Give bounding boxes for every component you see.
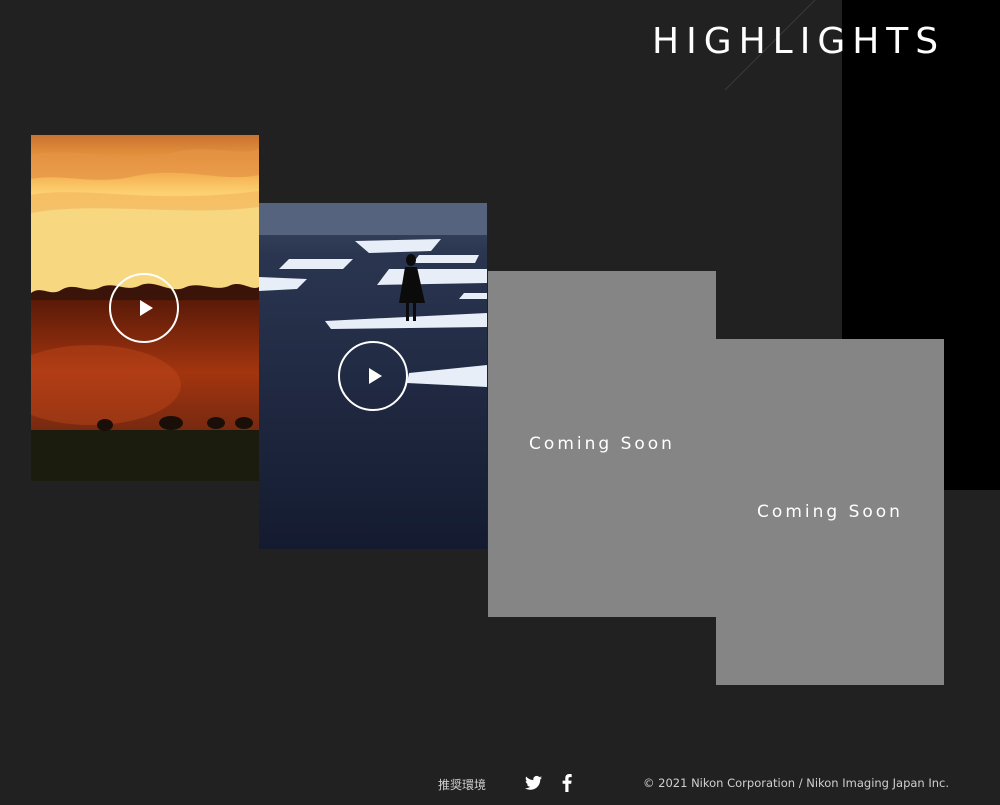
play-icon <box>368 368 382 384</box>
recommended-environment-link[interactable]: 推奨環境 <box>438 776 486 793</box>
video-card-savanna[interactable] <box>31 135 259 481</box>
twitter-icon[interactable] <box>525 775 542 791</box>
footer: 推奨環境 © 2021 Nikon Corporation / Nikon Im… <box>0 772 1000 796</box>
coming-soon-card: Coming Soon <box>716 339 944 685</box>
video-card-light-floor[interactable] <box>259 203 487 549</box>
page-title: HIGHLIGHTS <box>652 21 946 62</box>
play-icon <box>139 300 153 316</box>
play-button[interactable] <box>338 341 408 411</box>
copyright-text: © 2021 Nikon Corporation / Nikon Imaging… <box>643 776 950 790</box>
play-button[interactable] <box>109 273 179 343</box>
coming-soon-label: Coming Soon <box>529 434 675 454</box>
facebook-icon[interactable] <box>562 774 572 792</box>
coming-soon-label: Coming Soon <box>757 502 903 522</box>
coming-soon-card: Coming Soon <box>488 271 716 617</box>
